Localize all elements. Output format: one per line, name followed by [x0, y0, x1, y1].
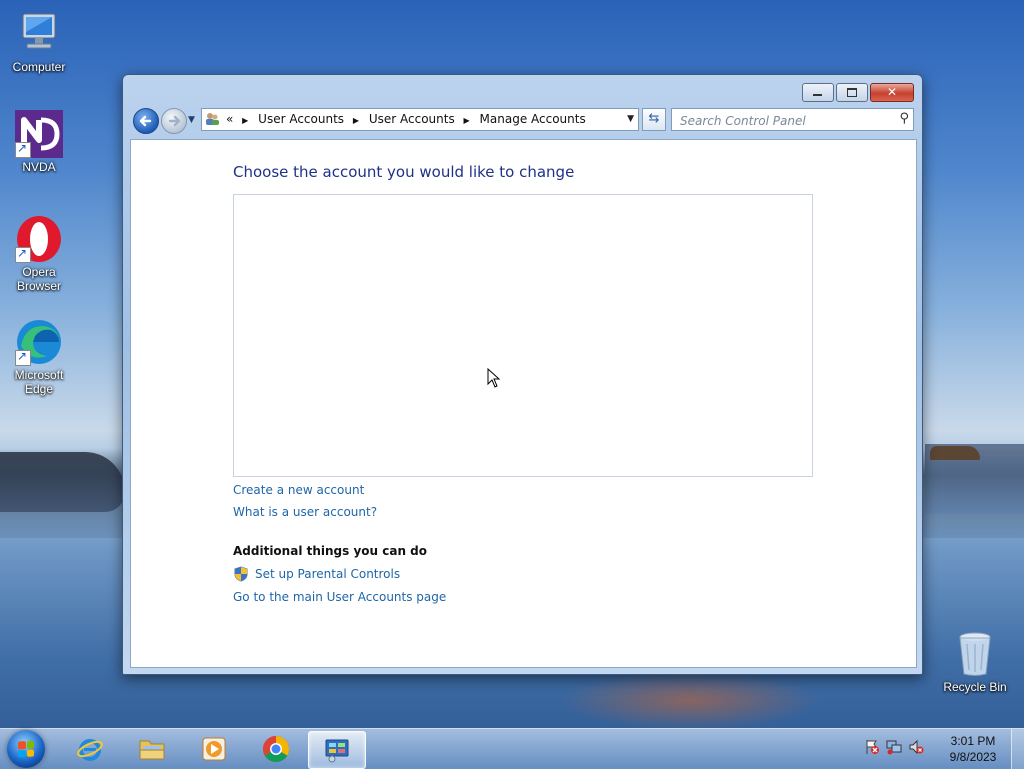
windows-logo-icon: [18, 740, 34, 758]
taskbar-chrome[interactable]: [248, 731, 304, 767]
what-is-user-account-link[interactable]: What is a user account?: [233, 505, 377, 519]
content-pane: Choose the account you would like to cha…: [130, 139, 917, 668]
search-input[interactable]: [678, 110, 892, 131]
breadcrumb-separator-icon[interactable]: ▶: [464, 110, 470, 131]
back-arrow-icon: [139, 115, 152, 127]
minimize-icon: [813, 94, 822, 96]
chrome-icon: [262, 735, 290, 763]
window-controls: ✕: [802, 83, 914, 102]
shortcut-arrow-icon: [15, 141, 31, 158]
uac-shield-icon: [234, 566, 248, 582]
navigation-bar: ▼ « ▶ User Accounts ▶ User Accounts ▶ Ma…: [131, 106, 914, 134]
notification-area: [864, 739, 924, 755]
main-user-accounts-link[interactable]: Go to the main User Accounts page: [233, 590, 446, 604]
breadcrumb-overflow-icon[interactable]: «: [226, 112, 233, 126]
clock-time: 3:01 PM: [950, 734, 996, 748]
folder-icon: [139, 740, 165, 760]
media-player-icon: [202, 737, 226, 761]
desktop-icon-label: Computer: [12, 60, 66, 74]
desktop-icon-opera[interactable]: Opera Browser: [2, 215, 76, 293]
address-bar[interactable]: « ▶ User Accounts ▶ User Accounts ▶ Mana…: [201, 108, 639, 131]
taskbar-media-player[interactable]: [186, 731, 242, 767]
maximize-icon: [847, 88, 857, 97]
maximize-button[interactable]: [836, 83, 868, 102]
control-panel-icon: [325, 739, 349, 763]
desktop-icon-label: Opera Browser: [16, 265, 61, 293]
nvda-icon: [15, 110, 63, 158]
computer-icon: [15, 10, 63, 58]
page-title: Choose the account you would like to cha…: [233, 163, 575, 181]
wallpaper-rocks: [0, 452, 125, 512]
taskbar-windows-explorer[interactable]: [124, 731, 180, 767]
breadcrumb: « ▶ User Accounts ▶ User Accounts ▶ Mana…: [226, 109, 586, 130]
show-desktop-button[interactable]: [1011, 729, 1024, 769]
forward-arrow-icon: [168, 115, 181, 127]
network-icon[interactable]: [886, 739, 902, 755]
desktop-icon-nvda[interactable]: NVDA: [2, 110, 76, 174]
additional-tasks-heading: Additional things you can do: [233, 544, 428, 558]
wallpaper-rock: [930, 446, 980, 460]
taskbar-control-panel[interactable]: [308, 731, 366, 769]
search-icon[interactable]: ⚲: [899, 111, 909, 126]
search-box: ⚲: [671, 108, 914, 131]
breadcrumb-separator-icon[interactable]: ▶: [353, 110, 359, 131]
close-icon: ✕: [886, 85, 898, 99]
create-account-link[interactable]: Create a new account: [233, 483, 364, 497]
forward-button[interactable]: [161, 108, 187, 134]
refresh-icon: ⇆: [648, 111, 660, 126]
recent-pages-dropdown-icon[interactable]: ▼: [188, 115, 195, 125]
breadcrumb-separator-icon: ▶: [242, 116, 249, 125]
refresh-button[interactable]: ⇆: [642, 108, 666, 131]
address-dropdown-icon[interactable]: ▼: [627, 109, 634, 130]
volume-muted-icon[interactable]: [908, 739, 924, 755]
taskbar-internet-explorer[interactable]: [62, 731, 118, 767]
desktop-icon-label: NVDA: [22, 160, 56, 174]
wallpaper-reflection: [560, 670, 820, 730]
minimize-button[interactable]: [802, 83, 834, 102]
breadcrumb-item-manage-accounts[interactable]: Manage Accounts: [480, 112, 586, 126]
close-button[interactable]: ✕: [870, 83, 914, 102]
desktop-icon-label: Microsoft Edge: [14, 368, 64, 396]
internet-explorer-icon: [77, 739, 103, 761]
shortcut-arrow-icon: [15, 349, 31, 366]
desktop-icon-recycle-bin[interactable]: Recycle Bin: [938, 630, 1012, 694]
user-accounts-icon: [206, 113, 219, 125]
action-center-flag-icon[interactable]: [864, 739, 880, 755]
mouse-pointer-icon: [487, 368, 501, 388]
desktop-icon-computer[interactable]: Computer: [2, 10, 76, 74]
system-clock[interactable]: 3:01 PM 9/8/2023: [940, 733, 1006, 765]
opera-icon: [15, 215, 63, 263]
recycle-bin-icon: [951, 630, 999, 678]
clock-date: 9/8/2023: [949, 750, 997, 764]
account-list[interactable]: [233, 194, 813, 477]
start-button[interactable]: [7, 730, 45, 768]
desktop-icon-label: Recycle Bin: [943, 680, 1007, 694]
breadcrumb-item-user-accounts[interactable]: User Accounts: [258, 112, 344, 126]
parental-controls-link[interactable]: Set up Parental Controls: [255, 567, 400, 581]
taskbar: 3:01 PM 9/8/2023: [0, 728, 1024, 769]
breadcrumb-item-user-accounts-sub[interactable]: User Accounts: [369, 112, 455, 126]
shortcut-arrow-icon: [15, 246, 31, 263]
back-button[interactable]: [133, 108, 159, 134]
edge-icon: [15, 318, 63, 366]
desktop-icon-edge[interactable]: Microsoft Edge: [2, 318, 76, 396]
control-panel-window: ✕ ▼ « ▶ User Accounts ▶ User Accounts ▶ …: [122, 74, 923, 675]
